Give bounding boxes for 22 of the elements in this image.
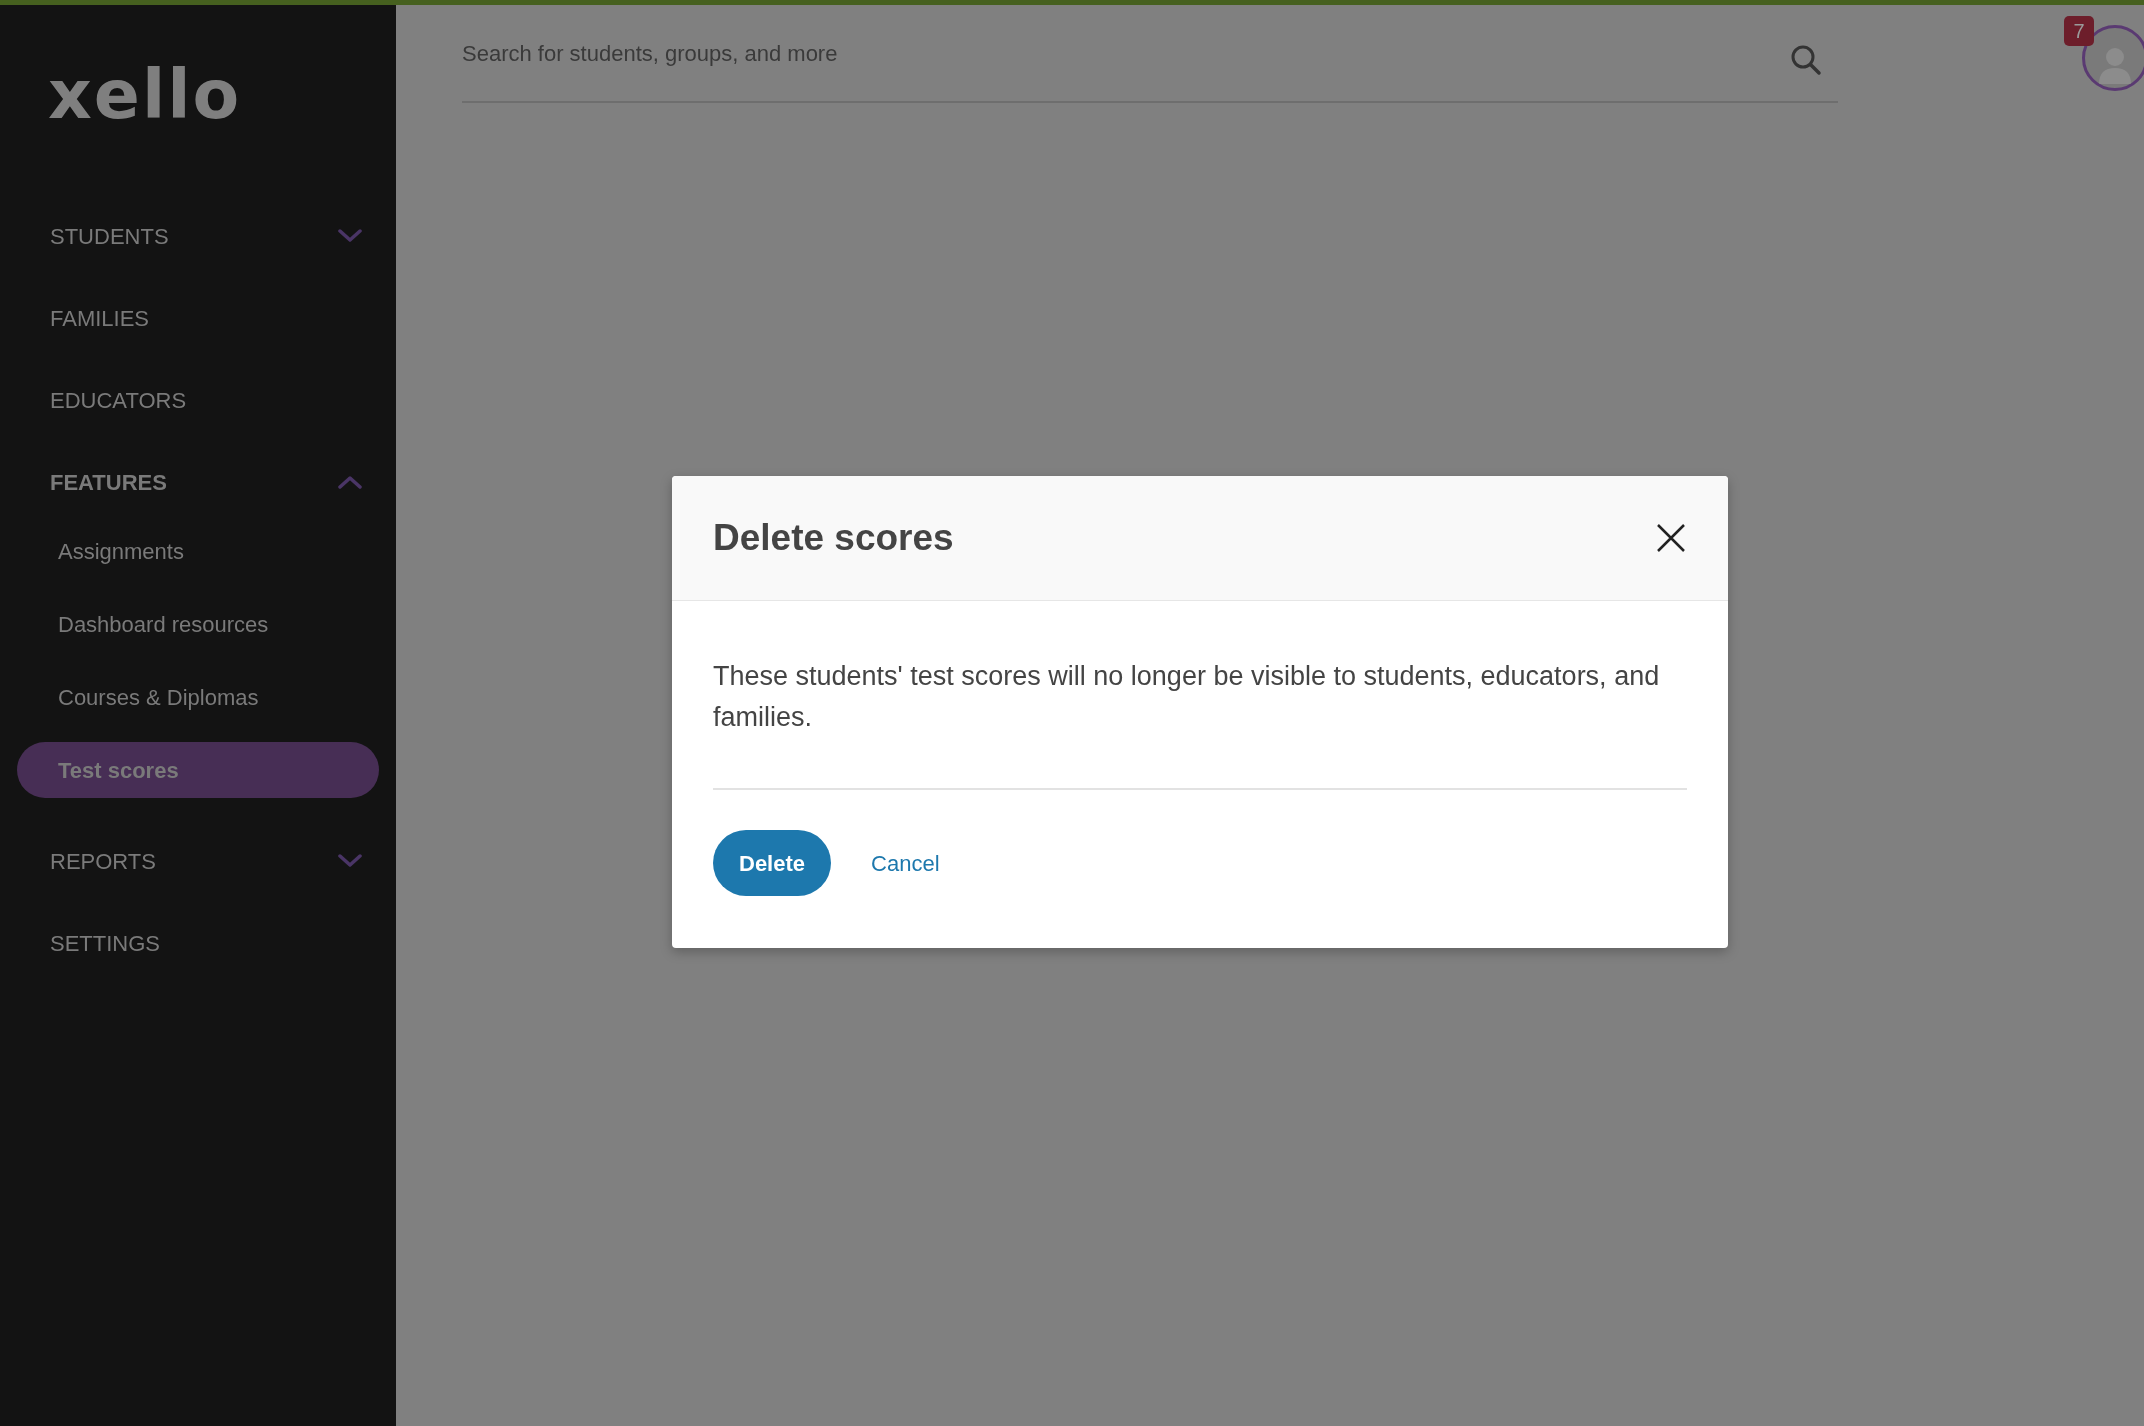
nav-subitem[interactable]: Test scores — [17, 742, 379, 798]
search-icon[interactable] — [1790, 44, 1822, 76]
delete-button[interactable]: Delete — [713, 830, 832, 896]
dialog-title: Delete scores — [713, 516, 954, 561]
nav-subitem[interactable]: Assignments — [17, 523, 379, 579]
nav-subitem[interactable]: Dashboard resources — [17, 596, 379, 652]
cancel-link[interactable]: Cancel — [871, 846, 940, 880]
chevron-down-icon — [338, 229, 362, 243]
nav-item[interactable]: REPORTS — [0, 820, 396, 902]
nav-item[interactable]: SETTINGS — [0, 902, 396, 984]
chevron-up-icon — [338, 475, 362, 489]
nav-item[interactable]: STUDENTS — [0, 195, 396, 277]
search-field[interactable]: Search for students, groups, and more — [462, 36, 1790, 70]
nav-item[interactable]: FEATURES — [0, 441, 396, 523]
nav-item[interactable]: FAMILIES — [0, 277, 396, 359]
close-icon[interactable] — [1656, 523, 1686, 553]
notification-badge: 7 — [2064, 16, 2094, 46]
logo[interactable]: xello — [48, 61, 242, 129]
nav-subitem[interactable]: Courses & Diplomas — [17, 669, 379, 725]
dialog-message: These students' test scores will no longer be visible to students, educators, and families. — [713, 660, 1661, 734]
chevron-down-icon — [338, 854, 362, 868]
nav-item[interactable]: EDUCATORS — [0, 359, 396, 441]
